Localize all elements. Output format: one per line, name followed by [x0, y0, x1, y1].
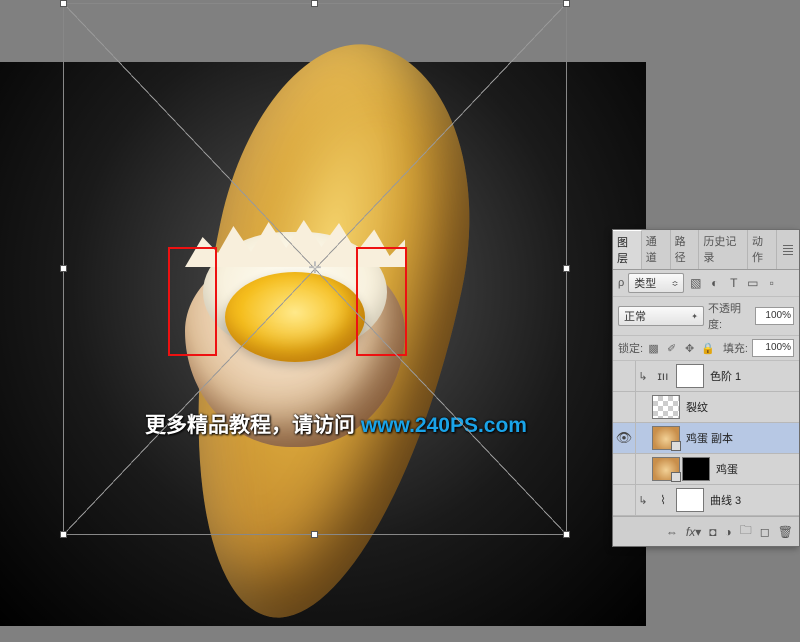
layer-mask-thumb[interactable]	[676, 488, 704, 512]
layer-fx-icon[interactable]: fx▾	[686, 525, 701, 539]
layer-name[interactable]: 色阶 1	[710, 368, 741, 384]
fill-input[interactable]: 100%	[752, 339, 794, 357]
layer-name[interactable]: 鸡蛋	[716, 461, 738, 477]
clip-indicator-icon: ↳	[638, 494, 648, 507]
opacity-label: 不透明度:	[708, 300, 751, 332]
filter-type-icon[interactable]: T	[726, 276, 741, 291]
smart-object-icon	[671, 472, 681, 482]
watermark-cn: 更多精品教程，请访问	[145, 414, 361, 437]
layers-panel: 图层 通道 路径 历史记录 动作 ρ 类型 ≎ ▧ ◐ T ▭ ▫ 正常 ✦ 不…	[612, 229, 800, 547]
blend-mode-value: 正常	[624, 308, 646, 324]
layer-mask-thumb[interactable]	[682, 457, 710, 481]
layer-name[interactable]: 裂纹	[686, 399, 708, 415]
watermark-url: www.240PS.com	[361, 414, 527, 437]
layer-row[interactable]: ↳ ⌇ 曲线 3	[613, 485, 799, 516]
transform-handle-tm[interactable]	[311, 0, 318, 7]
transform-handle-tl[interactable]	[60, 0, 67, 7]
tab-history[interactable]: 历史记录	[699, 230, 748, 269]
tab-layers[interactable]: 图层	[613, 230, 642, 269]
levels-adjustment-icon: ɪıı	[652, 365, 674, 387]
opacity-input[interactable]: 100%	[755, 307, 794, 325]
lock-label: 锁定:	[618, 340, 643, 356]
filter-shape-icon[interactable]: ▭	[745, 276, 760, 291]
filter-kind-label: 类型	[634, 275, 656, 291]
visibility-toggle[interactable]	[613, 485, 636, 515]
layer-filter-row: ρ 类型 ≎ ▧ ◐ T ▭ ▫	[613, 270, 799, 297]
chevron-down-icon: ≎	[672, 279, 679, 288]
layers-panel-footer: ⇔ fx▾ ◘ ◑ 🗀 ◻ 🗑	[613, 516, 799, 546]
chevron-down-icon: ✦	[691, 312, 698, 321]
filter-smart-icon[interactable]: ▫	[764, 276, 779, 291]
delete-layer-icon[interactable]: 🗑	[778, 525, 793, 539]
blend-mode-select[interactable]: 正常 ✦	[618, 306, 704, 326]
curves-adjustment-icon: ⌇	[652, 489, 674, 511]
new-layer-icon[interactable]: ◻	[760, 525, 770, 539]
add-adjustment-icon[interactable]: ◑	[725, 525, 732, 539]
visibility-toggle[interactable]	[613, 361, 636, 391]
visibility-toggle[interactable]	[613, 454, 636, 484]
layer-name[interactable]: 鸡蛋 副本	[686, 430, 733, 446]
filter-kind-select[interactable]: 类型 ≎	[628, 273, 684, 293]
layer-row[interactable]: ↳ ɪıı 色阶 1	[613, 361, 799, 392]
layer-thumb[interactable]	[652, 426, 680, 450]
tab-channels[interactable]: 通道	[642, 230, 671, 269]
filter-pixel-icon[interactable]: ▧	[688, 276, 703, 291]
lock-pixels-icon[interactable]: ✐	[665, 342, 678, 355]
panel-menu-icon[interactable]	[777, 230, 799, 269]
watermark-text: 更多精品教程，请访问 www.240PS.com	[145, 409, 527, 439]
layer-thumb[interactable]	[652, 395, 680, 419]
lock-all-icon[interactable]: 🔒	[701, 342, 714, 355]
panel-tabs: 图层 通道 路径 历史记录 动作	[613, 230, 799, 270]
new-group-icon[interactable]: 🗀	[740, 521, 752, 542]
link-layers-icon[interactable]: ⇔	[666, 525, 678, 539]
visibility-toggle[interactable]: 👁	[613, 423, 636, 453]
clip-indicator-icon: ↳	[638, 370, 648, 383]
transform-handle-tr[interactable]	[563, 0, 570, 7]
tutorial-highlight-right	[356, 247, 407, 356]
layer-row[interactable]: 鸡蛋	[613, 454, 799, 485]
layer-thumb[interactable]	[652, 457, 680, 481]
layer-row[interactable]: 裂纹	[613, 392, 799, 423]
layer-name[interactable]: 曲线 3	[710, 492, 741, 508]
lock-icons: ▩ ✐ ✥ 🔒	[647, 342, 714, 355]
layer-mask-thumb[interactable]	[676, 364, 704, 388]
visibility-toggle[interactable]	[613, 392, 636, 422]
lock-position-icon[interactable]: ✥	[683, 342, 696, 355]
fill-label: 填充:	[723, 340, 748, 356]
smart-object-icon	[671, 441, 681, 451]
lock-fill-row: 锁定: ▩ ✐ ✥ 🔒 填充: 100%	[613, 336, 799, 361]
layers-list: ↳ ɪıı 色阶 1 裂纹 👁 鸡蛋 副本 鸡蛋	[613, 361, 799, 516]
blend-opacity-row: 正常 ✦ 不透明度: 100%	[613, 297, 799, 336]
filter-adjust-icon[interactable]: ◐	[707, 276, 722, 291]
layer-row[interactable]: 👁 鸡蛋 副本	[613, 423, 799, 454]
lock-transparent-icon[interactable]: ▩	[647, 342, 660, 355]
tutorial-highlight-left	[168, 247, 217, 356]
add-mask-icon[interactable]: ◘	[709, 525, 716, 539]
tab-paths[interactable]: 路径	[671, 230, 700, 269]
tab-actions[interactable]: 动作	[748, 230, 777, 269]
document-canvas[interactable]: 更多精品教程，请访问 www.240PS.com	[0, 62, 646, 626]
